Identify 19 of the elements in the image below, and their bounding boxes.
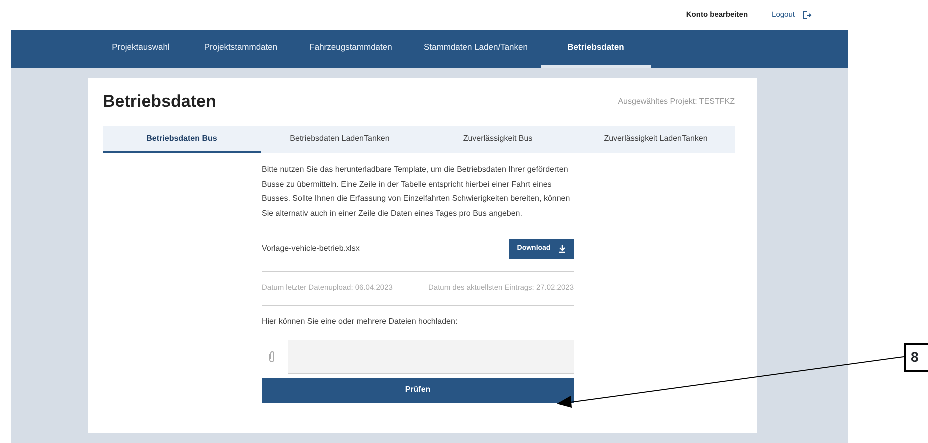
- file-drop-field[interactable]: [288, 340, 574, 374]
- nav-item[interactable]: Stammdaten Laden/Tanken: [411, 30, 541, 68]
- nav-item[interactable]: Projektauswahl: [91, 30, 191, 68]
- page-title: Betriebsdaten: [103, 92, 216, 112]
- logout-icon: [803, 10, 812, 20]
- file-name: Vorlage-vehicle-betrieb.xlsx: [262, 243, 360, 256]
- project-label: Ausgewähltes Projekt: TESTFKZ: [618, 96, 735, 108]
- instructions-text: Bitte nutzen Sie das herunterladbare Template, um die Betriebsdaten Ihrer geförderten Busse zu übermitteln. Eine Zeile in der Tabelle entspricht hierbei einer Fahrt eines Busses. Sollte Ihnen die Erfassung von Einzelfahrten Schwierigkeiten bereiten, können Sie alternativ auch in einer Zeile die Daten eines Tages pro Bus angeben.: [262, 164, 572, 220]
- nav-item[interactable]: Projektstammdaten: [191, 30, 291, 68]
- tab[interactable]: Betriebsdaten Bus: [103, 126, 261, 154]
- upload-label: Hier können Sie eine oder mehrere Dateien hochladen:: [262, 316, 459, 328]
- download-icon: [558, 245, 566, 254]
- check-button[interactable]: Prüfen: [262, 378, 574, 403]
- tab[interactable]: Zuverlässigkeit Bus: [419, 126, 577, 154]
- nav-item[interactable]: Fahrzeugstammdaten: [291, 30, 411, 68]
- paperclip-icon: [268, 350, 276, 363]
- tab[interactable]: Betriebsdaten LadenTanken: [261, 126, 419, 154]
- tab[interactable]: Zuverlässigkeit LadenTanken: [577, 126, 735, 154]
- callout-number: 8: [904, 343, 928, 372]
